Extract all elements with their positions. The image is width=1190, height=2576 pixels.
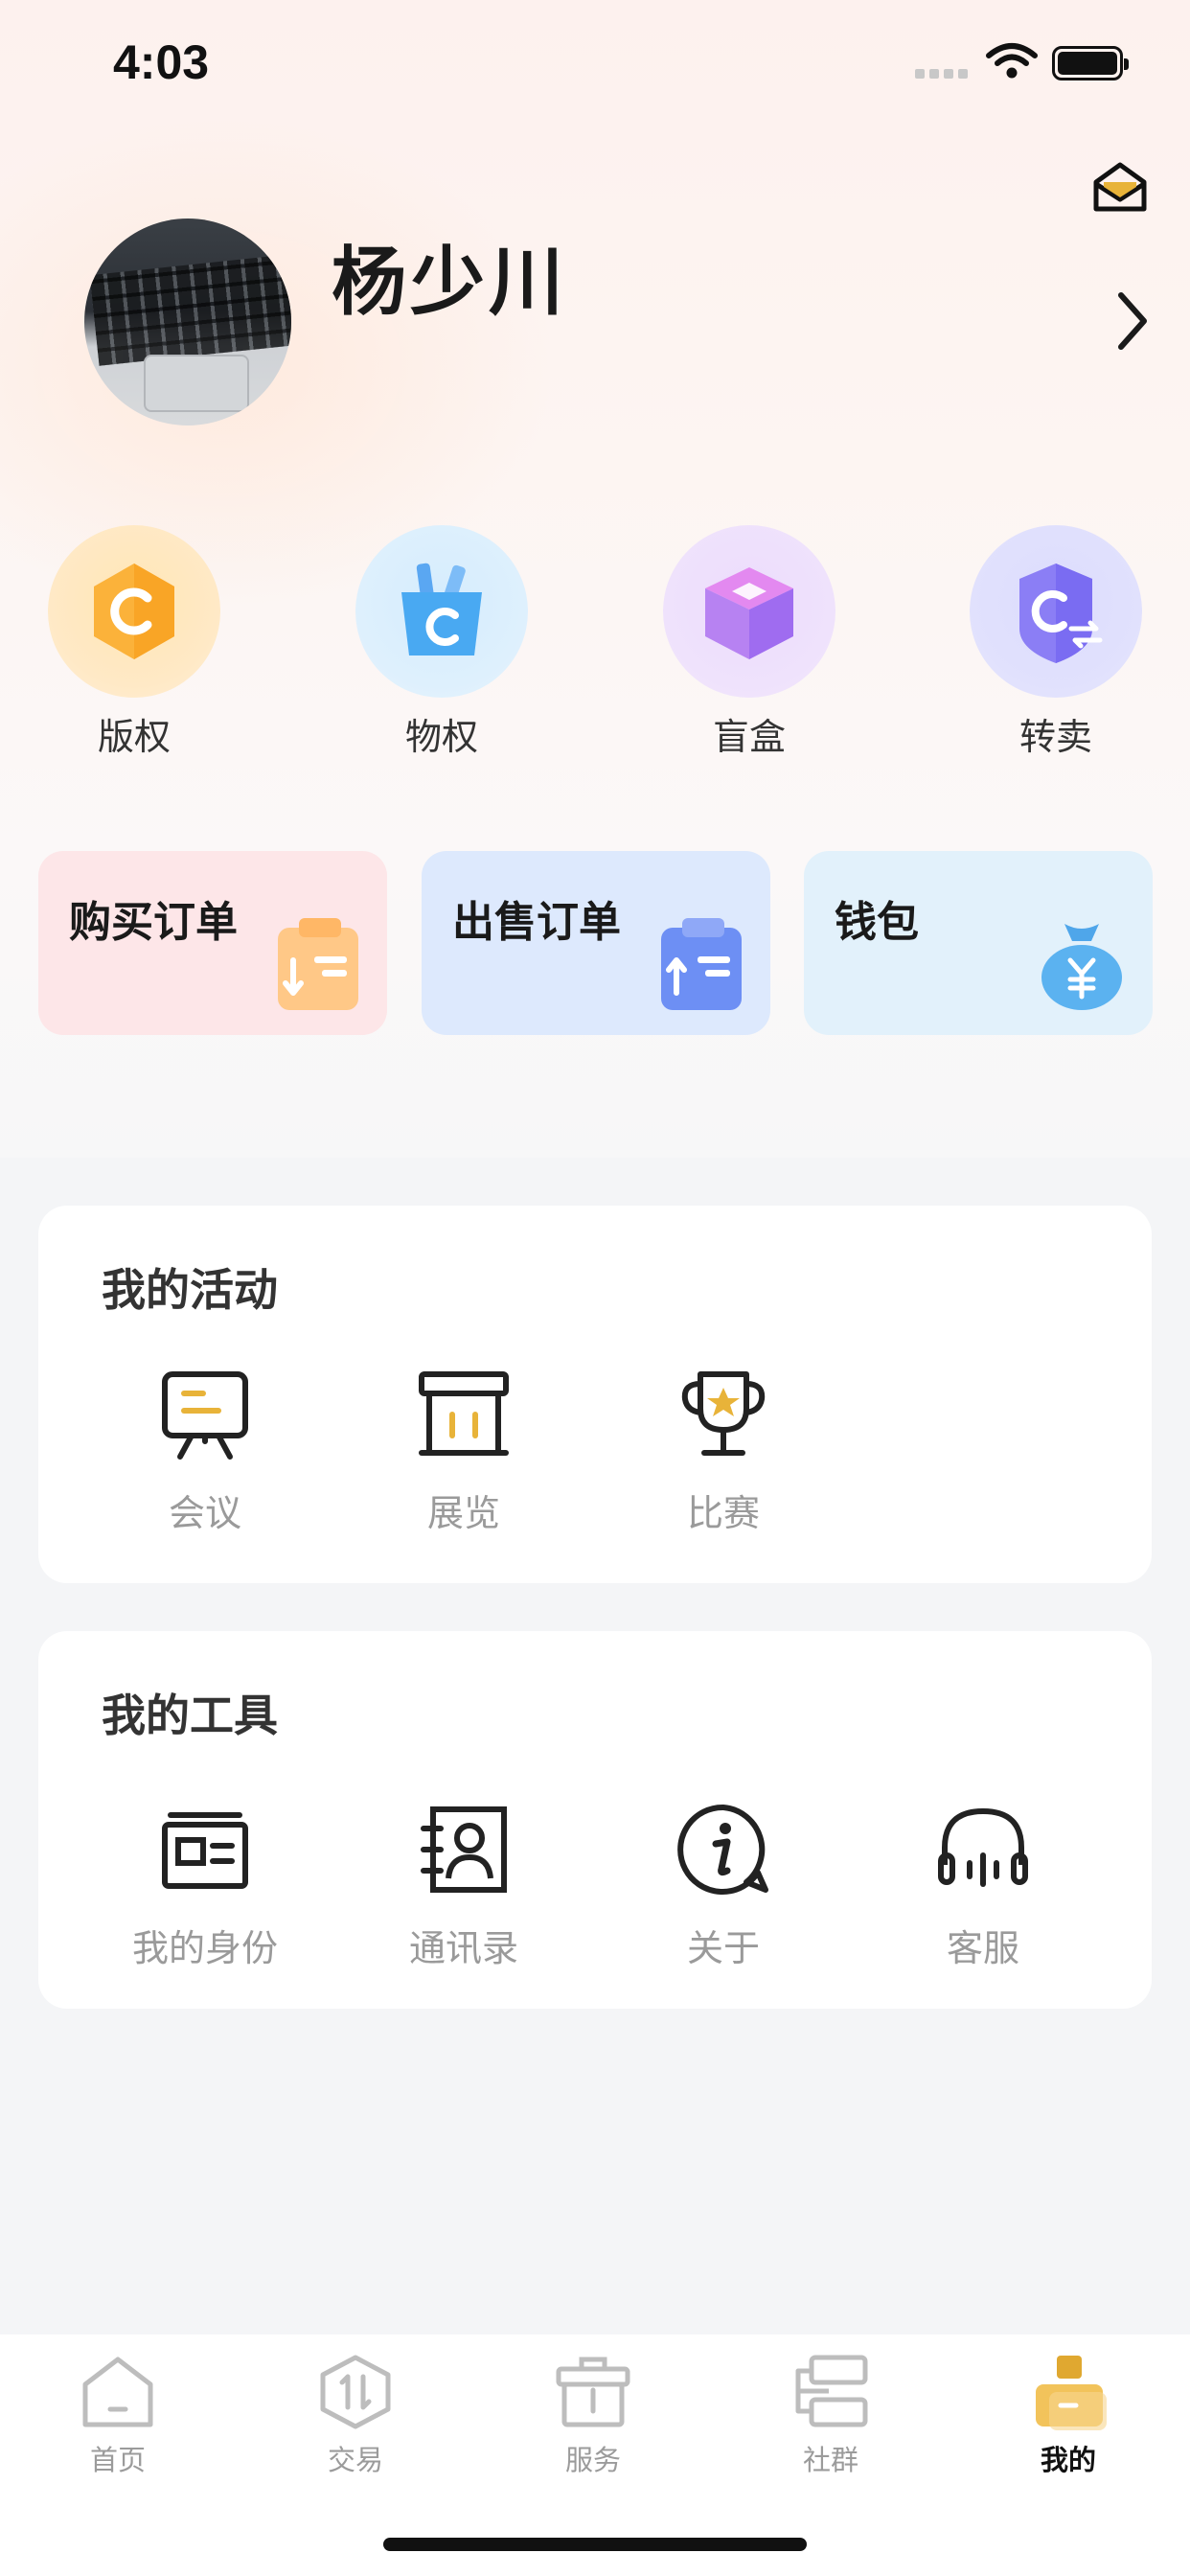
cellular-signal-icon — [915, 69, 971, 80]
exhibition-icon — [419, 1371, 509, 1456]
avatar-photo — [89, 254, 291, 366]
avatar-photo-detail — [144, 355, 249, 412]
tool-label: 比赛 — [686, 1492, 760, 1534]
wifi-icon — [986, 43, 1038, 79]
chevron-right-icon[interactable] — [1113, 288, 1152, 355]
message-envelope-icon[interactable] — [1092, 161, 1148, 213]
tab-trade[interactable]: 交易 — [279, 2352, 432, 2478]
contacts-book-icon — [421, 1806, 507, 1893]
mine-icon — [1036, 2356, 1107, 2430]
order-card-title: 购买订单 — [69, 898, 238, 947]
tool-label: 客服 — [946, 1927, 1019, 1969]
tab-label: 我的 — [1040, 2444, 1096, 2476]
community-icon — [795, 2355, 868, 2427]
property-bag-icon — [401, 563, 482, 656]
asset-quick-actions: 版权 物权 盲盒 转卖 — [0, 525, 1190, 765]
user-name: 杨少川 — [332, 240, 568, 326]
tool-label: 展览 — [426, 1492, 500, 1534]
section-title: 我的工具 — [102, 1690, 278, 1741]
tool-label: 会议 — [168, 1492, 241, 1534]
quick-action-resell[interactable]: 转卖 — [960, 525, 1152, 760]
tool-my-identity[interactable]: 我的身份 — [100, 1802, 310, 1971]
quick-action-circle — [355, 525, 528, 698]
status-time: 4:03 — [113, 35, 210, 89]
wallet-moneybag-icon — [1041, 924, 1122, 1010]
trade-icon — [320, 2355, 391, 2429]
quick-action-label: 转卖 — [1018, 716, 1092, 758]
sell-order-icon — [661, 918, 742, 1010]
quick-action-circle — [970, 525, 1142, 698]
order-card-title: 钱包 — [835, 898, 919, 947]
avatar[interactable] — [84, 218, 291, 426]
quick-action-circle — [663, 525, 835, 698]
purchase-order-icon — [278, 918, 358, 1010]
tab-home[interactable]: 首页 — [41, 2352, 195, 2478]
quick-action-circle — [48, 525, 220, 698]
blind-box-icon — [705, 567, 793, 659]
trophy-icon — [681, 1371, 766, 1456]
tab-community[interactable]: 社群 — [754, 2352, 907, 2478]
info-icon — [677, 1804, 768, 1895]
tab-label: 社群 — [802, 2444, 858, 2476]
tab-label: 服务 — [564, 2444, 621, 2476]
tool-about[interactable]: 关于 — [618, 1802, 829, 1971]
headset-icon — [938, 1807, 1028, 1887]
activity-competition[interactable]: 比赛 — [618, 1367, 829, 1536]
quick-action-label: 盲盒 — [712, 716, 786, 758]
tab-service[interactable]: 服务 — [516, 2352, 670, 2478]
tool-label: 通讯录 — [408, 1927, 518, 1969]
wallet-card[interactable]: 钱包 — [804, 851, 1153, 1035]
tool-contacts[interactable]: 通讯录 — [358, 1802, 569, 1971]
battery-icon — [1052, 46, 1129, 80]
home-indicator — [383, 2538, 807, 2551]
status-bar: 4:03 — [0, 0, 1190, 126]
tab-mine[interactable]: 我的 — [992, 2352, 1145, 2478]
id-card-icon — [162, 1812, 248, 1889]
resell-shield-icon — [1019, 564, 1103, 663]
my-activities-card: 我的活动 会议 展览 比赛 — [38, 1206, 1152, 1583]
tool-customer-service[interactable]: 客服 — [878, 1802, 1088, 1971]
quick-action-copyright[interactable]: 版权 — [38, 525, 230, 760]
order-card-title: 出售订单 — [452, 898, 621, 947]
my-tools-card: 我的工具 我的身份 通讯录 关于 客服 — [38, 1631, 1152, 2009]
activity-exhibition[interactable]: 展览 — [358, 1367, 569, 1536]
sell-order-card[interactable]: 出售订单 — [422, 851, 770, 1035]
tab-label: 首页 — [89, 2444, 146, 2476]
quick-action-blind-box[interactable]: 盲盒 — [653, 525, 845, 760]
quick-action-property[interactable]: 物权 — [346, 525, 538, 760]
quick-action-label: 版权 — [97, 716, 171, 758]
quick-action-label: 物权 — [404, 716, 478, 758]
tool-label: 我的身份 — [131, 1927, 278, 1969]
section-title: 我的活动 — [102, 1264, 278, 1316]
meeting-board-icon — [162, 1371, 248, 1460]
purchase-order-card[interactable]: 购买订单 — [38, 851, 387, 1035]
activity-meeting[interactable]: 会议 — [100, 1367, 310, 1536]
tool-label: 关于 — [686, 1927, 760, 1969]
copyright-shield-icon — [94, 564, 174, 659]
tab-label: 交易 — [327, 2444, 383, 2476]
home-icon — [82, 2357, 153, 2427]
service-box-icon — [556, 2357, 630, 2427]
